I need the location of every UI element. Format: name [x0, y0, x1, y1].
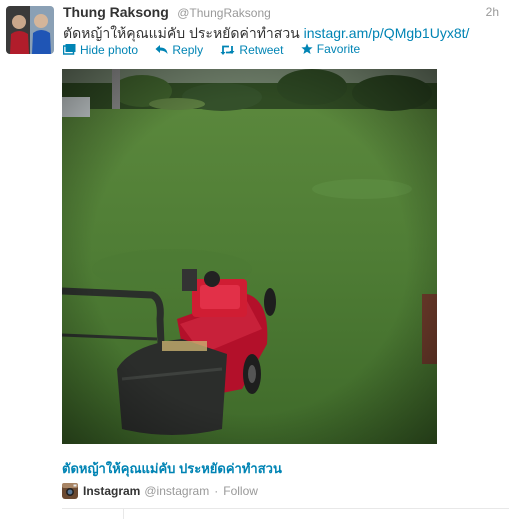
user-fullname[interactable]: Thung Raksong — [63, 4, 169, 20]
favorite-button[interactable]: Favorite — [301, 42, 360, 56]
card-divider-vertical — [123, 508, 124, 519]
hide-photo-button[interactable]: Hide photo — [63, 43, 138, 57]
instagram-icon — [62, 483, 78, 499]
avatar-image — [6, 6, 54, 54]
reply-icon — [155, 45, 168, 54]
tweet-timestamp[interactable]: 2h — [486, 5, 499, 19]
source-name[interactable]: Instagram — [83, 484, 140, 498]
hide-photo-label: Hide photo — [80, 42, 139, 57]
retweet-label: Retweet — [239, 42, 284, 57]
tweet: Thung Raksong @ThungRaksong 2h ตัดหญ้าให… — [0, 0, 511, 519]
tweet-actions: Hide photo Reply Retweet Favorite — [63, 42, 374, 58]
source-handle[interactable]: @instagram — [144, 484, 209, 498]
avatar[interactable] — [6, 6, 54, 54]
star-icon — [301, 43, 313, 54]
follow-button[interactable]: Follow — [223, 484, 258, 498]
tweet-header: Thung Raksong @ThungRaksong 2h — [63, 4, 503, 22]
card-title[interactable]: ตัดหญ้าให้คุณแม่คับ ประหยัดค่าทำสวน — [62, 458, 282, 479]
reply-label: Reply — [172, 42, 204, 57]
favorite-label: Favorite — [316, 42, 361, 56]
retweet-icon — [220, 45, 235, 55]
retweet-button[interactable]: Retweet — [220, 43, 283, 57]
card-divider — [62, 508, 509, 509]
tweet-text-body: ตัดหญ้าให้คุณแม่คับ ประหยัดค่าทำสวน — [63, 25, 300, 41]
reply-button[interactable]: Reply — [155, 43, 203, 57]
lawn-mower-photo — [62, 69, 437, 444]
user-handle[interactable]: @ThungRaksong — [177, 6, 271, 20]
photo-icon — [63, 44, 76, 55]
tweet-link[interactable]: instagr.am/p/QMgb1Uyx8t/ — [304, 25, 470, 41]
card-attribution: Instagram @instagram · Follow — [62, 483, 258, 499]
separator-dot: · — [214, 484, 219, 498]
tweet-photo[interactable] — [62, 69, 437, 444]
